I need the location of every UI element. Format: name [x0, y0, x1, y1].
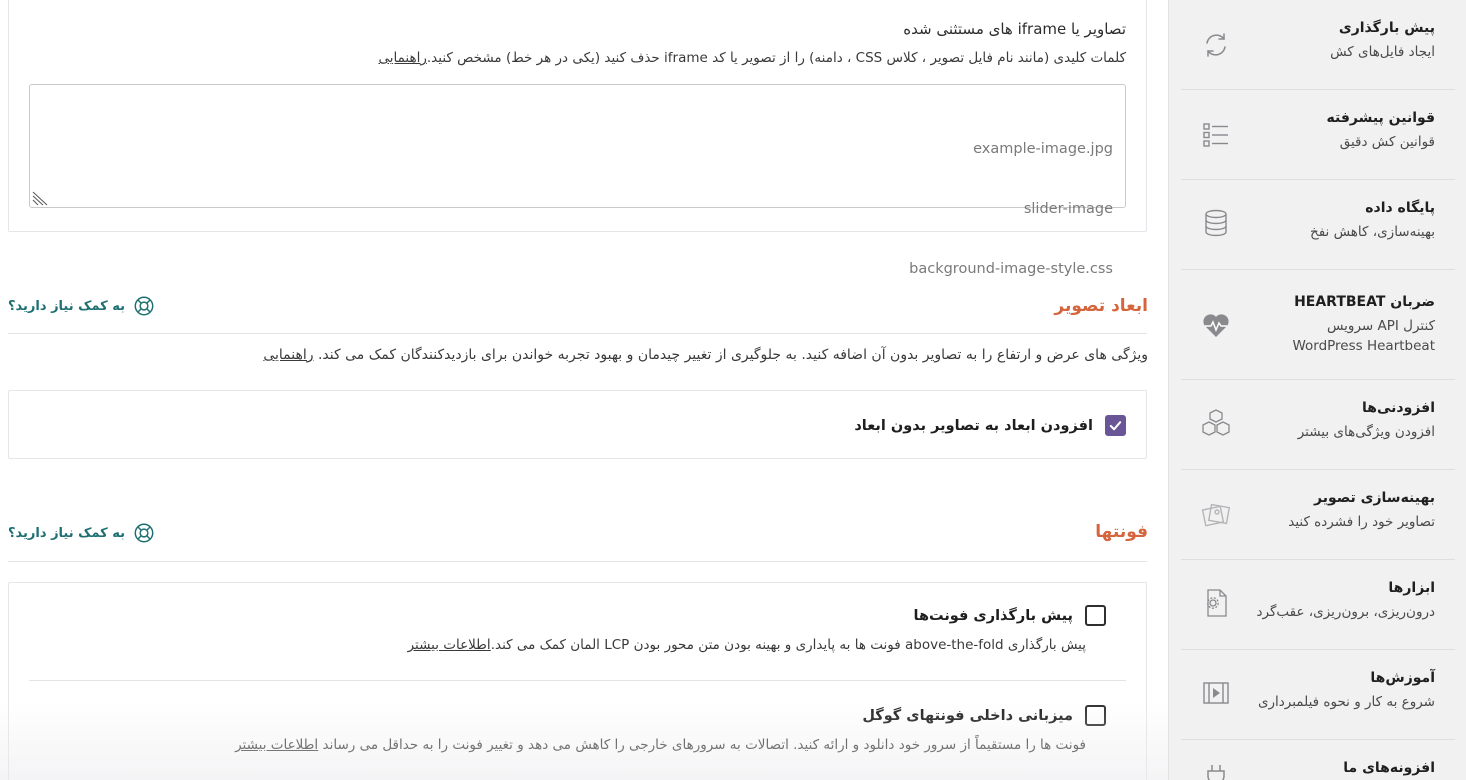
preload-fonts-option[interactable]: پیش بارگذاری فونت‌ها — [913, 605, 1106, 626]
host-google-fonts-option[interactable]: میزبانی داخلی فونتهای گوگل — [862, 705, 1106, 726]
sidebar-item-subtitle: افزودن ویژگی‌های بیشتر — [1297, 424, 1435, 440]
host-google-fonts-checkbox[interactable] — [1085, 705, 1106, 726]
cubes-icon — [1201, 408, 1231, 438]
preload-fonts-checkbox[interactable] — [1085, 605, 1106, 626]
resize-grip-icon[interactable] — [31, 190, 49, 206]
sidebar-item-tools[interactable]: ابزارها درون‌ریزی، برون‌ریزی، عقب‌گرد — [1181, 560, 1455, 650]
sidebar-item-tutorials[interactable]: آموزش‌ها شروع به کار و نحوه فیلمبرداری — [1181, 650, 1455, 740]
sidebar-item-subtitle: قوانین کش دقیق — [1339, 134, 1435, 150]
exclusions-textarea[interactable]: example-image.jpg slider-image backgroun… — [29, 84, 1126, 277]
image-dimensions-guide-link[interactable]: راهنمایی — [263, 347, 313, 363]
sidebar-item-title: پیش بارگذاری — [1338, 20, 1435, 36]
preload-fonts-more-link[interactable]: اطلاعات بیشتر — [408, 637, 491, 653]
images-icon — [1201, 500, 1231, 530]
sidebar-item-title: ابزارها — [1388, 580, 1435, 596]
sidebar-item-database[interactable]: پایگاه داده بهینه‌سازی، کاهش نفخ — [1181, 180, 1455, 270]
video-icon — [1201, 678, 1231, 708]
add-dimensions-label: افزودن ابعاد به تصاویر بدون ابعاد — [854, 417, 1093, 434]
divider — [8, 333, 1147, 334]
exclusions-description: کلمات کلیدی (مانند نام فایل تصویر ، کلاس… — [378, 50, 1127, 66]
add-dimensions-option[interactable]: افزودن ابعاد به تصاویر بدون ابعاد — [854, 415, 1126, 436]
image-dimensions-card: افزودن ابعاد به تصاویر بدون ابعاد — [8, 390, 1147, 459]
fonts-title: فونتها — [1095, 522, 1148, 542]
checklist-icon — [1201, 120, 1231, 150]
sidebar: پیش بارگذاری ایجاد فایل‌های کش قوانین پی… — [1168, 0, 1466, 780]
help-link-fonts[interactable]: به کمک نیاز دارید؟ — [8, 522, 155, 544]
sidebar-item-our-plugins[interactable]: افزونه‌های ما — [1181, 740, 1455, 780]
sidebar-item-title: افزودنی‌ها — [1362, 400, 1435, 416]
host-google-fonts-label: میزبانی داخلی فونتهای گوگل — [862, 707, 1073, 724]
sidebar-item-title: پایگاه داده — [1365, 200, 1435, 216]
lifebuoy-icon — [134, 523, 154, 543]
sidebar-item-subtitle: ایجاد فایل‌های کش — [1330, 44, 1435, 60]
exclusions-guide-link[interactable]: راهنمایی — [379, 50, 427, 66]
help-link-dimensions[interactable]: به کمک نیاز دارید؟ — [8, 295, 155, 317]
heartbeat-icon — [1201, 310, 1231, 340]
help-label: به کمک نیاز دارید؟ — [8, 298, 126, 314]
add-dimensions-checkbox[interactable] — [1105, 415, 1126, 436]
image-dimensions-description: ویژگی های عرض و ارتفاع را به تصاویر بدون… — [263, 347, 1148, 363]
refresh-icon — [1201, 30, 1231, 60]
check-icon — [1109, 421, 1122, 431]
file-gear-icon — [1201, 588, 1231, 618]
sidebar-item-subtitle: کنترل API سرویس WordPress Heartbeat — [1292, 318, 1435, 354]
host-google-fonts-description: فونت ها را مستقیماً از سرور خود دانلود و… — [235, 737, 1086, 753]
sidebar-item-heartbeat[interactable]: ضربان HEARTBEAT کنترل API سرویس WordPres… — [1181, 270, 1455, 380]
host-google-fonts-more-link[interactable]: اطلاعات بیشتر — [235, 737, 318, 753]
sidebar-item-title: بهینه‌سازی تصویر — [1313, 490, 1435, 506]
sidebar-item-subtitle: درون‌ریزی، برون‌ریزی، عقب‌گرد — [1256, 604, 1435, 620]
sidebar-item-subtitle: شروع به کار و نحوه فیلمبرداری — [1257, 694, 1435, 710]
sidebar-item-subtitle: تصاویر خود را فشرده کنید — [1288, 514, 1435, 530]
sidebar-item-advanced-rules[interactable]: قوانین پیشرفته قوانین کش دقیق — [1181, 90, 1455, 180]
image-dimensions-title: ابعاد تصویر — [1054, 296, 1148, 316]
fonts-card: پیش بارگذاری فونت‌ها پیش بارگذاری above-… — [8, 582, 1147, 780]
placeholder-line: example-image.jpg — [973, 141, 1113, 157]
sidebar-item-addons[interactable]: افزودنی‌ها افزودن ویژگی‌های بیشتر — [1181, 380, 1455, 470]
lifebuoy-icon — [134, 296, 154, 316]
sidebar-item-subtitle: بهینه‌سازی، کاهش نفخ — [1310, 224, 1435, 240]
help-label: به کمک نیاز دارید؟ — [8, 525, 126, 541]
plug-icon — [1201, 762, 1231, 780]
sidebar-item-title: آموزش‌ها — [1370, 670, 1435, 686]
divider — [29, 680, 1126, 681]
sidebar-item-title: قوانین پیشرفته — [1326, 110, 1436, 126]
exclusions-card: تصاویر یا iframe های مستثنی شده کلمات کل… — [8, 0, 1147, 277]
preload-fonts-description: پیش بارگذاری above-the-fold فونت ها به پ… — [407, 637, 1086, 653]
divider — [8, 561, 1147, 562]
sidebar-item-title: افزونه‌های ما — [1343, 760, 1435, 776]
exclusions-title: تصاویر یا iframe های مستثنی شده — [903, 20, 1126, 38]
placeholder-line: background-image-style.css — [909, 261, 1113, 277]
sidebar-item-preload[interactable]: پیش بارگذاری ایجاد فایل‌های کش — [1181, 0, 1455, 90]
sidebar-item-image-optimization[interactable]: بهینه‌سازی تصویر تصاویر خود را فشرده کنی… — [1181, 470, 1455, 560]
database-icon — [1201, 208, 1231, 238]
sidebar-item-title: ضربان HEARTBEAT — [1294, 294, 1435, 310]
placeholder-line: slider-image — [1023, 201, 1113, 217]
main-content: تصاویر یا iframe های مستثنی شده کلمات کل… — [0, 0, 1168, 780]
preload-fonts-label: پیش بارگذاری فونت‌ها — [913, 607, 1074, 624]
